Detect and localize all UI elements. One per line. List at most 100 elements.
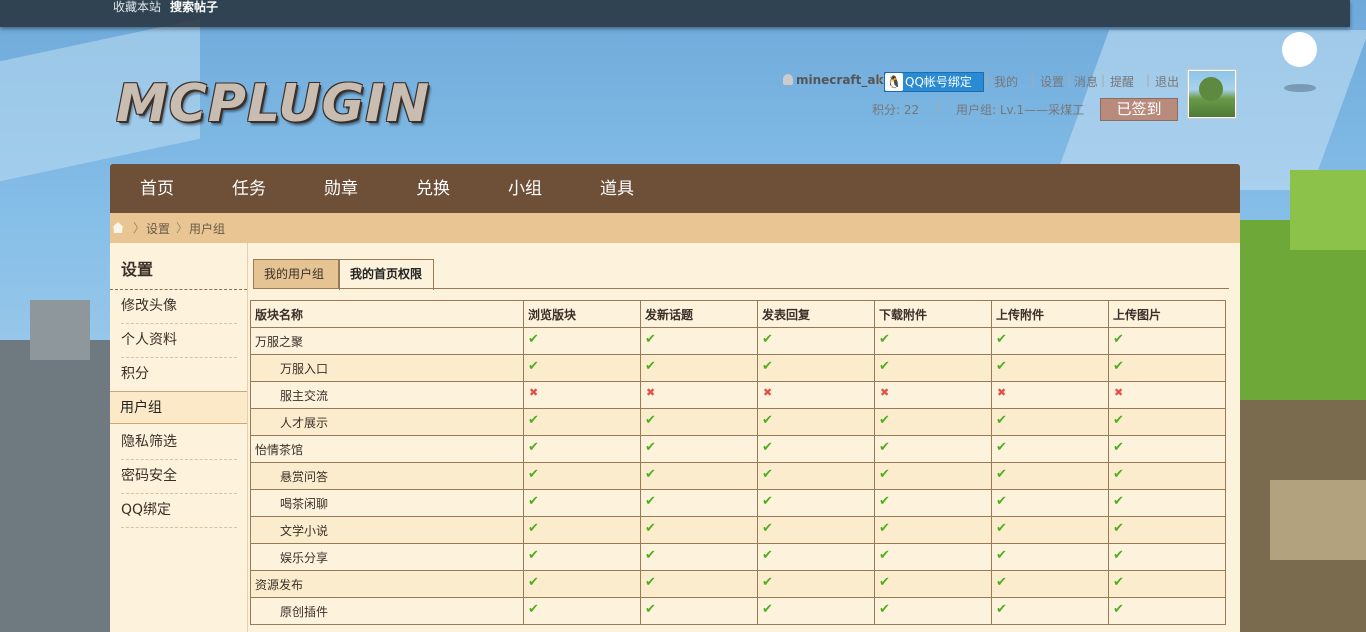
column-header: 下载附件 <box>874 300 992 328</box>
check-icon <box>645 467 657 482</box>
permission-cell <box>991 516 1109 544</box>
check-icon <box>528 494 540 509</box>
username-link[interactable]: minecraft_ak <box>783 73 883 87</box>
table-row: 服主交流 <box>250 381 1226 409</box>
permission-cell <box>874 462 992 490</box>
permission-cell <box>991 327 1109 355</box>
permission-cell <box>757 570 875 598</box>
check-icon <box>762 548 774 563</box>
check-icon <box>762 359 774 374</box>
points-link[interactable]: 积分: 22 <box>872 101 919 118</box>
check-icon <box>645 332 657 347</box>
sidebar-item-qq-bind[interactable]: QQ绑定 <box>121 494 237 528</box>
settings-sidebar: 设置 修改头像 个人资料 积分 用户组 隐私筛选 密码安全 QQ绑定 <box>110 243 248 632</box>
signed-in-button[interactable]: 已签到 <box>1100 98 1178 121</box>
check-icon <box>1113 602 1125 617</box>
permission-cell <box>523 462 641 490</box>
nav-exchange[interactable]: 兑换 <box>416 164 450 213</box>
button-shadow <box>1284 84 1316 92</box>
column-header: 发新话题 <box>640 300 758 328</box>
messages-link[interactable]: 消息 <box>1074 73 1098 90</box>
site-logo[interactable]: MCPLUGIN <box>116 76 436 132</box>
sidebar-item-profile[interactable]: 个人资料 <box>121 324 237 358</box>
user-group-link[interactable]: 用户组: Lv.1——采煤工 <box>956 101 1084 118</box>
table-row: 资源发布 <box>250 570 1226 598</box>
permission-cell <box>874 354 992 382</box>
settings-link[interactable]: 设置 <box>1040 73 1064 90</box>
table-row: 娱乐分享 <box>250 543 1226 571</box>
qq-bind-button[interactable]: 🐧 QQ帐号绑定 <box>884 72 984 92</box>
column-header: 上传附件 <box>991 300 1109 328</box>
column-header: 浏览版块 <box>523 300 641 328</box>
sidebar-item-avatar[interactable]: 修改头像 <box>121 290 237 324</box>
separator: | <box>1101 73 1106 87</box>
logout-link[interactable]: 退出 <box>1155 73 1179 90</box>
chevron-right-icon: 〉 <box>176 221 189 235</box>
check-icon <box>1113 413 1125 428</box>
check-icon <box>645 494 657 509</box>
bookmark-link[interactable]: 收藏本站 <box>113 0 161 15</box>
permission-cell <box>523 570 641 598</box>
permission-cell <box>640 570 758 598</box>
check-icon <box>528 359 540 374</box>
permission-cell <box>1108 570 1226 598</box>
avatar-image <box>1189 71 1235 117</box>
cross-icon <box>1113 386 1125 399</box>
user-icon <box>783 74 793 85</box>
forum-name: 万服入口 <box>280 361 329 376</box>
permission-cell <box>1108 435 1226 463</box>
notifications-link[interactable]: 提醒 <box>1110 73 1134 90</box>
permission-cell <box>991 462 1109 490</box>
forum-name-cell: 万服入口 <box>250 354 524 382</box>
permission-cell <box>874 327 992 355</box>
column-header: 上传图片 <box>1108 300 1226 328</box>
permission-cell <box>757 489 875 517</box>
column-header: 版块名称 <box>250 300 524 328</box>
tab-home-permissions[interactable]: 我的首页权限 <box>339 259 434 290</box>
permission-cell <box>523 381 641 409</box>
check-icon <box>1113 494 1125 509</box>
check-icon <box>645 548 657 563</box>
check-icon <box>528 440 540 455</box>
breadcrumb-settings[interactable]: 设置 <box>146 220 170 237</box>
table-row: 怡情茶馆 <box>250 435 1226 463</box>
permission-cell <box>874 489 992 517</box>
permission-cell <box>523 597 641 625</box>
nav-medals[interactable]: 勋章 <box>324 164 358 213</box>
check-icon <box>996 602 1008 617</box>
column-header: 发表回复 <box>757 300 875 328</box>
nav-tasks[interactable]: 任务 <box>232 164 266 213</box>
home-icon[interactable] <box>112 222 124 233</box>
check-icon <box>996 440 1008 455</box>
forum-name: 服主交流 <box>280 388 329 403</box>
main-content: 设置 修改头像 个人资料 积分 用户组 隐私筛选 密码安全 QQ绑定 我的用户组… <box>110 243 1240 632</box>
permission-cell <box>523 543 641 571</box>
permission-cell <box>1108 489 1226 517</box>
sidebar-item-password[interactable]: 密码安全 <box>121 460 237 494</box>
sidebar-item-points[interactable]: 积分 <box>121 358 237 392</box>
nav-home[interactable]: 首页 <box>140 164 174 213</box>
tab-my-user-group[interactable]: 我的用户组 <box>253 259 339 289</box>
permission-cell <box>991 489 1109 517</box>
sidebar-item-user-group[interactable]: 用户组 <box>110 391 247 424</box>
check-icon <box>1113 359 1125 374</box>
separator: | <box>936 101 941 115</box>
forum-name: 人才展示 <box>280 415 329 430</box>
nav-items[interactable]: 道具 <box>600 164 634 213</box>
nav-groups[interactable]: 小组 <box>508 164 542 213</box>
table-row: 喝茶闲聊 <box>250 489 1226 517</box>
permission-cell <box>1108 543 1226 571</box>
table-row: 悬赏问答 <box>250 462 1226 490</box>
search-posts-link[interactable]: 搜索帖子 <box>170 0 218 15</box>
permissions-table: 版块名称浏览版块发新话题发表回复下载附件上传附件上传图片 万服之聚万服入口服主交… <box>250 300 1226 625</box>
cross-icon <box>996 386 1008 399</box>
my-link[interactable]: 我的 <box>994 73 1018 90</box>
sidebar-item-privacy[interactable]: 隐私筛选 <box>121 426 237 460</box>
check-icon <box>762 521 774 536</box>
check-icon <box>879 359 891 374</box>
avatar[interactable] <box>1187 69 1237 119</box>
back-to-top-button[interactable] <box>1282 32 1317 67</box>
forum-name-cell: 万服之聚 <box>250 327 524 355</box>
permission-cell <box>1108 516 1226 544</box>
check-icon <box>645 575 657 590</box>
